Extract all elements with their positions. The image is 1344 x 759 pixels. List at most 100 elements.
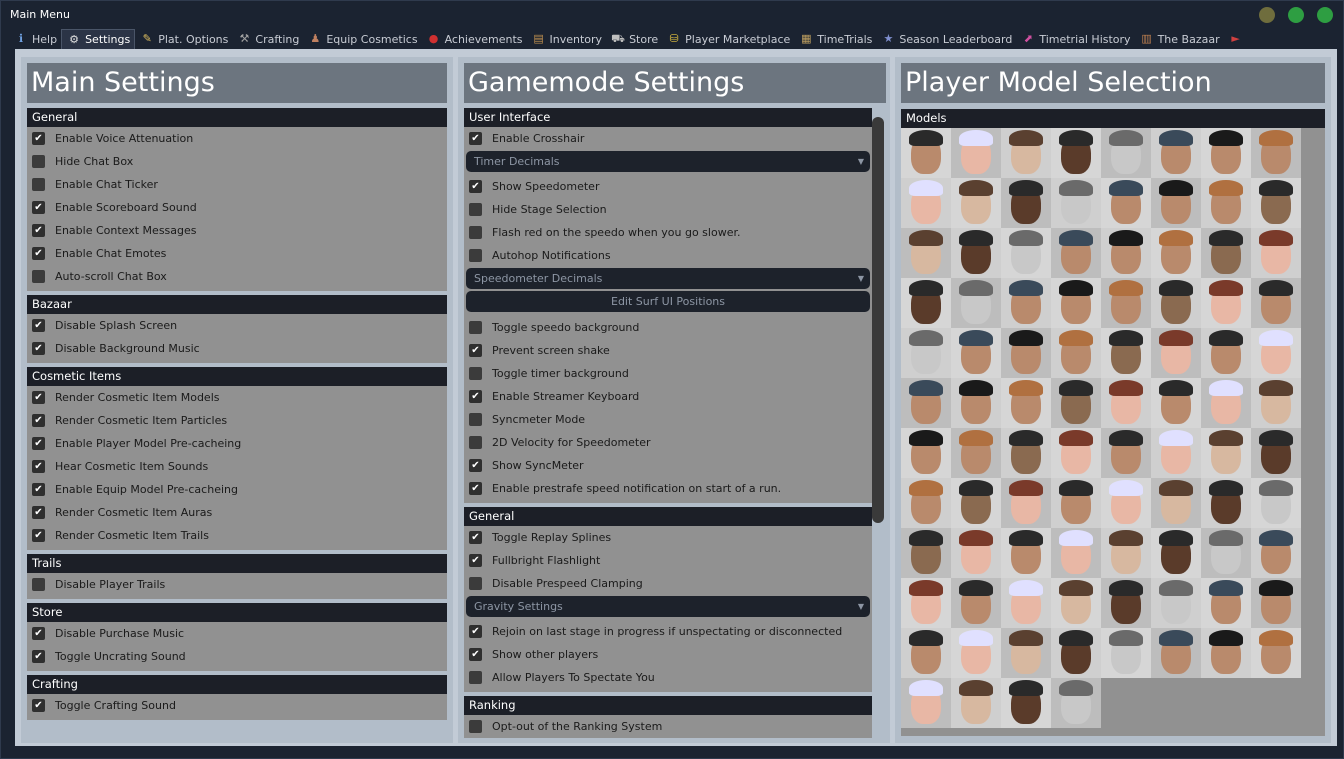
checkbox-row-enable-chat-ticker[interactable]: Enable Chat Ticker bbox=[27, 173, 158, 196]
checkbox-row-toggle-uncrating-sound[interactable]: ✔ Toggle Uncrating Sound bbox=[27, 645, 186, 668]
player-model-thumbnail[interactable] bbox=[951, 428, 1001, 478]
checkbox-checked[interactable]: ✔ bbox=[469, 390, 482, 403]
checkbox-checked[interactable]: ✔ bbox=[32, 319, 45, 332]
player-model-thumbnail[interactable] bbox=[1001, 278, 1051, 328]
checkbox-row-render-cosmetic-item-auras[interactable]: ✔ Render Cosmetic Item Auras bbox=[27, 501, 212, 524]
checkbox-row-render-cosmetic-item-models[interactable]: ✔ Render Cosmetic Item Models bbox=[27, 386, 220, 409]
tab-settings[interactable]: ⚙ Settings bbox=[61, 29, 136, 49]
player-model-thumbnail[interactable] bbox=[901, 328, 951, 378]
player-model-thumbnail[interactable] bbox=[951, 378, 1001, 428]
player-model-thumbnail[interactable] bbox=[1051, 178, 1101, 228]
tab-player-marketplace[interactable]: ⛁ Player Marketplace bbox=[662, 29, 794, 49]
checkbox-unchecked[interactable] bbox=[469, 321, 482, 334]
checkbox-row-syncmeter-mode[interactable]: Syncmeter Mode bbox=[464, 408, 585, 431]
player-model-thumbnail[interactable] bbox=[1001, 228, 1051, 278]
player-model-thumbnail[interactable] bbox=[901, 578, 951, 628]
player-model-thumbnail[interactable] bbox=[1251, 478, 1301, 528]
checkbox-row-2d-velocity-for-speedometer[interactable]: 2D Velocity for Speedometer bbox=[464, 431, 651, 454]
checkbox-checked[interactable]: ✔ bbox=[32, 506, 45, 519]
player-model-thumbnail[interactable] bbox=[1051, 478, 1101, 528]
player-model-thumbnail[interactable] bbox=[1151, 128, 1201, 178]
player-model-thumbnail[interactable] bbox=[901, 378, 951, 428]
checkbox-checked[interactable]: ✔ bbox=[469, 482, 482, 495]
player-model-thumbnail[interactable] bbox=[1101, 628, 1151, 678]
player-model-thumbnail[interactable] bbox=[1051, 128, 1101, 178]
checkbox-row-enable-crosshair[interactable]: ✔ Enable Crosshair bbox=[464, 127, 584, 150]
checkbox-unchecked[interactable] bbox=[469, 367, 482, 380]
dropdown-gravity-settings[interactable]: Gravity Settings ▼ bbox=[466, 596, 870, 617]
player-model-thumbnail[interactable] bbox=[901, 678, 951, 728]
player-model-thumbnail[interactable] bbox=[1051, 278, 1101, 328]
player-model-thumbnail[interactable] bbox=[1151, 228, 1201, 278]
player-model-thumbnail[interactable] bbox=[1051, 678, 1101, 728]
tab-equip-cosmetics[interactable]: ♟ Equip Cosmetics bbox=[303, 29, 421, 49]
player-model-thumbnail[interactable] bbox=[951, 628, 1001, 678]
player-model-thumbnail[interactable] bbox=[901, 178, 951, 228]
checkbox-row-toggle-replay-splines[interactable]: ✔ Toggle Replay Splines bbox=[464, 526, 611, 549]
player-model-thumbnail[interactable] bbox=[1251, 578, 1301, 628]
player-model-thumbnail[interactable] bbox=[1251, 228, 1301, 278]
player-model-thumbnail[interactable] bbox=[1251, 328, 1301, 378]
player-model-thumbnail[interactable] bbox=[1201, 278, 1251, 328]
tab-more[interactable]: ► bbox=[1224, 29, 1251, 49]
player-model-thumbnail[interactable] bbox=[1251, 428, 1301, 478]
checkbox-checked[interactable]: ✔ bbox=[32, 342, 45, 355]
checkbox-unchecked[interactable] bbox=[469, 720, 482, 733]
player-model-thumbnail[interactable] bbox=[1001, 578, 1051, 628]
checkbox-row-disable-purchase-music[interactable]: ✔ Disable Purchase Music bbox=[27, 622, 184, 645]
tab-achievements[interactable]: ● Achievements bbox=[422, 29, 527, 49]
tab-store[interactable]: ⛟ Store bbox=[606, 29, 662, 49]
checkbox-checked[interactable]: ✔ bbox=[469, 344, 482, 357]
player-model-thumbnail[interactable] bbox=[1151, 278, 1201, 328]
player-model-thumbnail[interactable] bbox=[901, 228, 951, 278]
player-model-thumbnail[interactable] bbox=[951, 128, 1001, 178]
checkbox-row-hide-stage-selection[interactable]: Hide Stage Selection bbox=[464, 198, 607, 221]
close-button[interactable] bbox=[1317, 7, 1333, 23]
player-model-thumbnail[interactable] bbox=[1151, 178, 1201, 228]
tab-the-bazaar[interactable]: ▥ The Bazaar bbox=[1135, 29, 1224, 49]
tab-timetrial-history[interactable]: ⬈ Timetrial History bbox=[1016, 29, 1134, 49]
checkbox-row-toggle-timer-background[interactable]: Toggle timer background bbox=[464, 362, 629, 385]
checkbox-checked[interactable]: ✔ bbox=[32, 699, 45, 712]
checkbox-row-auto-scroll-chat-box[interactable]: Auto-scroll Chat Box bbox=[27, 265, 167, 288]
tab-season-leaderboard[interactable]: ★ Season Leaderboard bbox=[876, 29, 1016, 49]
player-model-thumbnail[interactable] bbox=[951, 528, 1001, 578]
dropdown-speedometer-decimals[interactable]: Speedometer Decimals ▼ bbox=[466, 268, 870, 289]
player-model-thumbnail[interactable] bbox=[1001, 378, 1051, 428]
player-model-thumbnail[interactable] bbox=[1001, 128, 1051, 178]
player-model-thumbnail[interactable] bbox=[1101, 178, 1151, 228]
checkbox-checked[interactable]: ✔ bbox=[32, 132, 45, 145]
dropdown-timer-decimals[interactable]: Timer Decimals ▼ bbox=[466, 151, 870, 172]
player-model-thumbnail[interactable] bbox=[1101, 578, 1151, 628]
player-model-thumbnail[interactable] bbox=[1101, 528, 1151, 578]
checkbox-row-toggle-crafting-sound[interactable]: ✔ Toggle Crafting Sound bbox=[27, 694, 176, 717]
player-model-thumbnail[interactable] bbox=[951, 678, 1001, 728]
player-model-thumbnail[interactable] bbox=[901, 278, 951, 328]
player-model-thumbnail[interactable] bbox=[1151, 328, 1201, 378]
checkbox-row-show-speedometer[interactable]: ✔ Show Speedometer bbox=[464, 175, 599, 198]
player-model-thumbnail[interactable] bbox=[951, 178, 1001, 228]
minimize-button[interactable] bbox=[1259, 7, 1275, 23]
player-model-thumbnail[interactable] bbox=[901, 628, 951, 678]
maximize-button[interactable] bbox=[1288, 7, 1304, 23]
player-model-thumbnail[interactable] bbox=[1151, 428, 1201, 478]
tab-crafting[interactable]: ⚒ Crafting bbox=[232, 29, 303, 49]
player-model-thumbnail[interactable] bbox=[1201, 478, 1251, 528]
checkbox-row-enable-prestrafe-speed-notification-on-s[interactable]: ✔ Enable prestrafe speed notification on … bbox=[464, 477, 781, 500]
player-model-thumbnail[interactable] bbox=[1051, 628, 1101, 678]
player-model-thumbnail[interactable] bbox=[951, 228, 1001, 278]
tab-plat-options[interactable]: ✎ Plat. Options bbox=[135, 29, 232, 49]
checkbox-row-hide-chat-box[interactable]: Hide Chat Box bbox=[27, 150, 133, 173]
player-model-thumbnail[interactable] bbox=[1151, 578, 1201, 628]
checkbox-unchecked[interactable] bbox=[469, 413, 482, 426]
player-model-thumbnail[interactable] bbox=[1251, 528, 1301, 578]
player-model-thumbnail[interactable] bbox=[1201, 178, 1251, 228]
checkbox-unchecked[interactable] bbox=[469, 203, 482, 216]
checkbox-checked[interactable]: ✔ bbox=[32, 414, 45, 427]
checkbox-row-opt-out-of-the-ranking-system[interactable]: Opt-out of the Ranking System bbox=[464, 715, 662, 738]
player-model-thumbnail[interactable] bbox=[1001, 428, 1051, 478]
player-model-thumbnail[interactable] bbox=[901, 428, 951, 478]
checkbox-row-render-cosmetic-item-trails[interactable]: ✔ Render Cosmetic Item Trails bbox=[27, 524, 209, 547]
player-model-thumbnail[interactable] bbox=[1151, 378, 1201, 428]
checkbox-row-show-other-players[interactable]: ✔ Show other players bbox=[464, 643, 598, 666]
